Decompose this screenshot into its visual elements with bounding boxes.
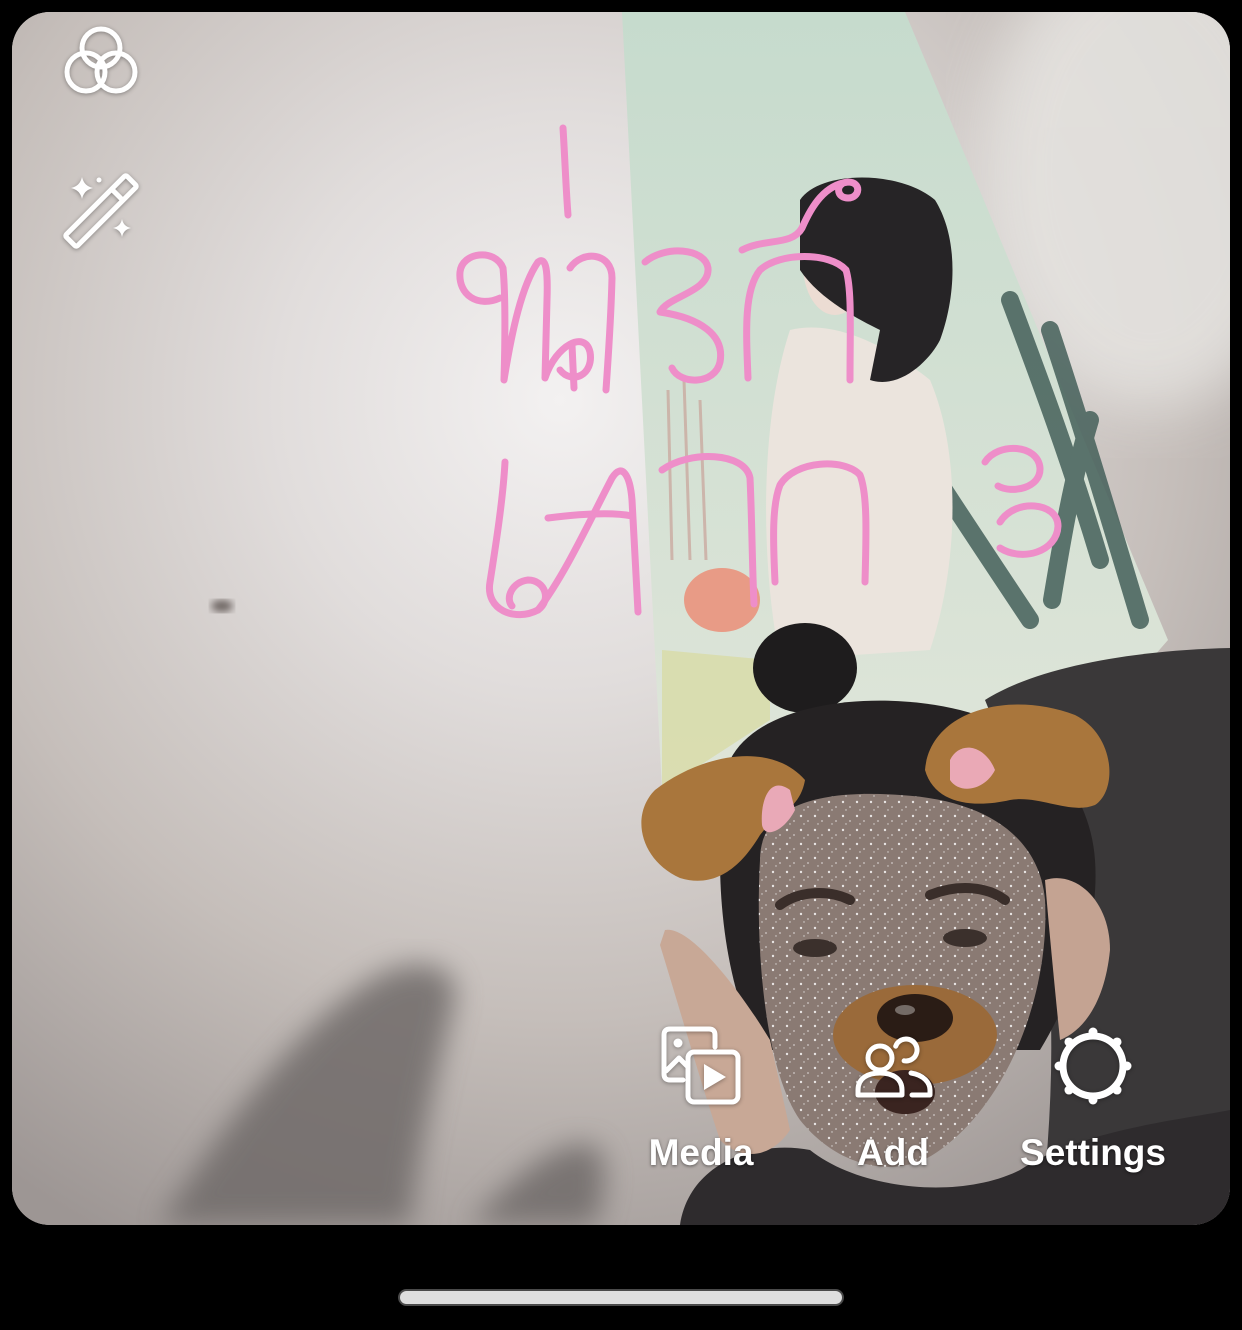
settings-button[interactable]: Settings bbox=[1013, 1020, 1173, 1180]
settings-icon bbox=[1054, 1027, 1132, 1105]
media-icon bbox=[661, 1026, 741, 1105]
effects-icon bbox=[64, 26, 138, 94]
settings-label: Settings bbox=[1020, 1132, 1166, 1173]
add-people-icon bbox=[855, 1036, 933, 1098]
media-label: Media bbox=[648, 1132, 754, 1173]
home-indicator[interactable] bbox=[398, 1289, 844, 1306]
magic-wand-button[interactable] bbox=[61, 170, 141, 250]
handwritten-line-2 bbox=[486, 445, 1062, 619]
magic-wand-icon bbox=[63, 173, 139, 249]
add-button[interactable]: Add bbox=[813, 1020, 973, 1180]
effects-button[interactable] bbox=[61, 21, 141, 101]
media-button[interactable]: Media bbox=[621, 1020, 781, 1180]
handwritten-line-1 bbox=[456, 124, 862, 394]
add-label: Add bbox=[857, 1132, 929, 1173]
